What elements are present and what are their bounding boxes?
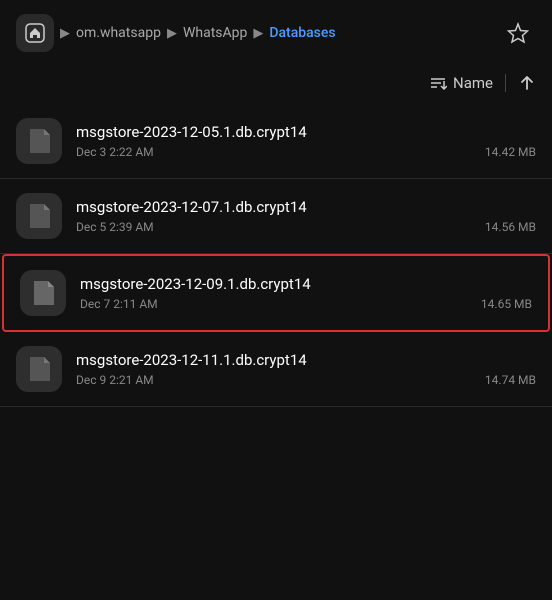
list-item[interactable]: msgstore-2023-12-05.1.db.crypt14 Dec 3 2… <box>0 104 552 179</box>
arrow-up-icon <box>518 74 536 92</box>
file-icon <box>30 279 56 307</box>
star-button[interactable] <box>500 15 536 51</box>
breadcrumb-item-whatsapp[interactable]: WhatsApp <box>183 25 247 41</box>
breadcrumb-separator-1: ▶ <box>60 26 70 41</box>
file-size: 14.42 MB <box>485 145 536 159</box>
file-icon-wrap <box>16 346 62 392</box>
file-meta: Dec 3 2:22 AM 14.42 MB <box>76 145 536 159</box>
breadcrumb-separator-3: ▶ <box>253 26 263 41</box>
file-icon <box>26 202 52 230</box>
file-list: msgstore-2023-12-05.1.db.crypt14 Dec 3 2… <box>0 104 552 407</box>
file-meta: Dec 9 2:21 AM 14.74 MB <box>76 373 536 387</box>
file-name: msgstore-2023-12-07.1.db.crypt14 <box>76 198 536 216</box>
file-date: Dec 3 2:22 AM <box>76 145 154 159</box>
star-icon <box>507 22 529 44</box>
file-date: Dec 7 2:11 AM <box>80 297 158 311</box>
sort-bar: Name <box>0 66 552 104</box>
file-date: Dec 9 2:21 AM <box>76 373 154 387</box>
sort-name-button[interactable]: Name <box>429 74 493 92</box>
home-icon <box>24 22 46 44</box>
file-meta: Dec 7 2:11 AM 14.65 MB <box>80 297 532 311</box>
file-icon-wrap <box>16 118 62 164</box>
file-name: msgstore-2023-12-11.1.db.crypt14 <box>76 351 536 369</box>
breadcrumb-item-databases[interactable]: Databases <box>269 25 335 41</box>
breadcrumb-separator-2: ▶ <box>167 26 177 41</box>
list-item[interactable]: msgstore-2023-12-07.1.db.crypt14 Dec 5 2… <box>0 179 552 254</box>
breadcrumb: ▶ om.whatsapp ▶ WhatsApp ▶ Databases <box>60 25 494 41</box>
file-info: msgstore-2023-12-07.1.db.crypt14 Dec 5 2… <box>76 198 536 234</box>
sort-label-text: Name <box>453 74 493 92</box>
home-button[interactable] <box>16 14 54 52</box>
file-size: 14.56 MB <box>485 220 536 234</box>
list-item-selected[interactable]: msgstore-2023-12-09.1.db.crypt14 Dec 7 2… <box>2 254 550 332</box>
sort-icon <box>429 74 447 92</box>
file-info: msgstore-2023-12-09.1.db.crypt14 Dec 7 2… <box>80 275 532 311</box>
breadcrumb-item-whatsapp-package[interactable]: om.whatsapp <box>76 25 161 41</box>
file-info: msgstore-2023-12-05.1.db.crypt14 Dec 3 2… <box>76 123 536 159</box>
file-size: 14.74 MB <box>485 373 536 387</box>
file-name: msgstore-2023-12-09.1.db.crypt14 <box>80 275 532 293</box>
header: ▶ om.whatsapp ▶ WhatsApp ▶ Databases <box>0 0 552 66</box>
file-date: Dec 5 2:39 AM <box>76 220 154 234</box>
file-icon-wrap <box>16 193 62 239</box>
list-item[interactable]: msgstore-2023-12-11.1.db.crypt14 Dec 9 2… <box>0 332 552 407</box>
file-name: msgstore-2023-12-05.1.db.crypt14 <box>76 123 536 141</box>
sort-direction-button[interactable] <box>518 74 536 92</box>
file-meta: Dec 5 2:39 AM 14.56 MB <box>76 220 536 234</box>
file-icon-wrap <box>20 270 66 316</box>
file-info: msgstore-2023-12-11.1.db.crypt14 Dec 9 2… <box>76 351 536 387</box>
sort-divider <box>505 74 506 92</box>
file-icon <box>26 355 52 383</box>
file-icon <box>26 127 52 155</box>
file-size: 14.65 MB <box>481 297 532 311</box>
